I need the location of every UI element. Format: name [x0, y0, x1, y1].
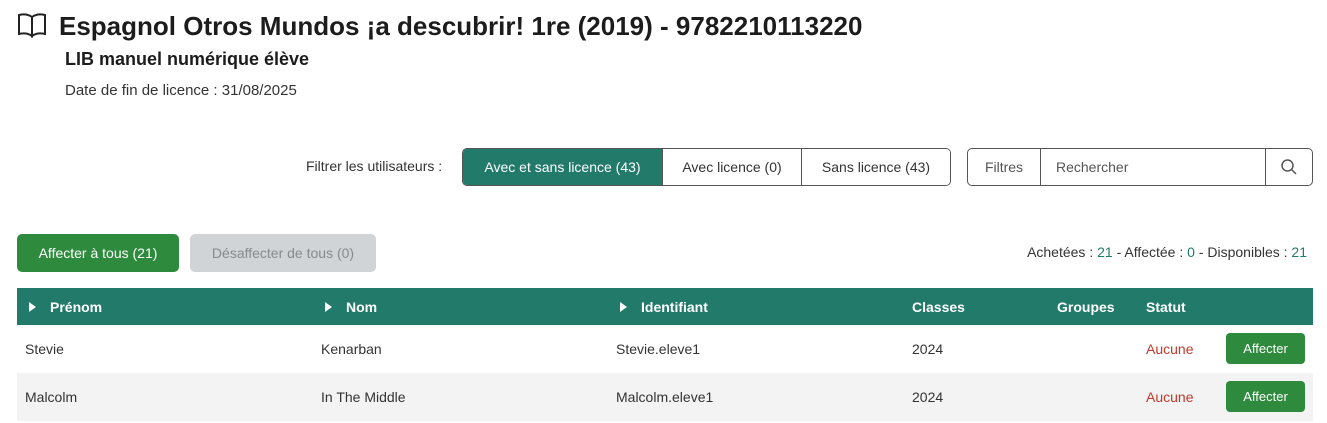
filter-label: Filtrer les utilisateurs : [306, 158, 443, 174]
license-counts: Achetées : 21 - Affectée : 0 - Disponibl… [1027, 244, 1307, 260]
cell-statut: Aucune [1146, 341, 1194, 357]
filter-with-license-button[interactable]: Avec licence (0) [663, 149, 802, 185]
assigned-count: 0 [1187, 244, 1195, 260]
cell-classes: 2024 [912, 389, 944, 405]
column-identifiant[interactable]: Identifiant [620, 288, 708, 325]
cell-prenom: Stevie [25, 341, 64, 357]
users-table: Prénom Nom Identifiant Classes Groupes S… [17, 288, 1313, 421]
search-box: Filtres [967, 148, 1313, 186]
cell-identifiant: Malcolm.eleve1 [616, 389, 714, 405]
sort-arrow-icon [29, 301, 36, 312]
affect-button[interactable]: Affecter [1226, 381, 1305, 412]
column-groupes: Groupes [1057, 298, 1115, 315]
column-classes: Classes [912, 298, 965, 315]
available-count: 21 [1291, 244, 1307, 260]
bought-count: 21 [1097, 244, 1113, 260]
filter-without-license-button[interactable]: Sans licence (43) [802, 149, 950, 185]
column-statut: Statut [1146, 298, 1186, 315]
column-nom[interactable]: Nom [325, 288, 377, 325]
search-button[interactable] [1265, 149, 1312, 185]
product-subtitle: LIB manuel numérique élève [65, 49, 310, 69]
column-prenom[interactable]: Prénom [29, 288, 102, 325]
book-icon [18, 13, 46, 38]
cell-nom: Kenarban [321, 341, 382, 357]
filter-all-button[interactable]: Avec et sans licence (43) [463, 149, 663, 185]
table-row: Malcolm In The Middle Malcolm.eleve1 202… [17, 373, 1313, 421]
assigned-label: - Affectée : [1112, 244, 1188, 260]
table-row: Stevie Kenarban Stevie.eleve1 2024 Aucun… [17, 325, 1313, 373]
cell-identifiant: Stevie.eleve1 [616, 341, 701, 357]
cell-prenom: Malcolm [25, 389, 78, 405]
sort-arrow-icon [325, 301, 332, 312]
cell-nom: In The Middle [321, 389, 406, 405]
page-title: Espagnol Otros Mundos ¡a descubrir! 1re … [59, 11, 863, 41]
available-label: - Disponibles : [1194, 244, 1292, 260]
search-filters-button[interactable]: Filtres [968, 149, 1041, 185]
search-icon [1281, 159, 1297, 175]
cell-statut: Aucune [1146, 389, 1194, 405]
cell-classes: 2024 [912, 341, 944, 357]
bought-label: Achetées : [1027, 244, 1098, 260]
unassign-all-button: Désaffecter de tous (0) [190, 234, 376, 272]
sort-arrow-icon [620, 301, 627, 312]
license-end-date: Date de fin de licence : 31/08/2025 [65, 82, 297, 99]
affect-button[interactable]: Affecter [1226, 333, 1305, 364]
assign-all-button[interactable]: Affecter à tous (21) [17, 234, 179, 272]
search-input[interactable] [1041, 149, 1265, 185]
table-header: Prénom Nom Identifiant Classes Groupes S… [17, 288, 1313, 325]
user-filter-group: Avec et sans licence (43) Avec licence (… [462, 148, 951, 186]
